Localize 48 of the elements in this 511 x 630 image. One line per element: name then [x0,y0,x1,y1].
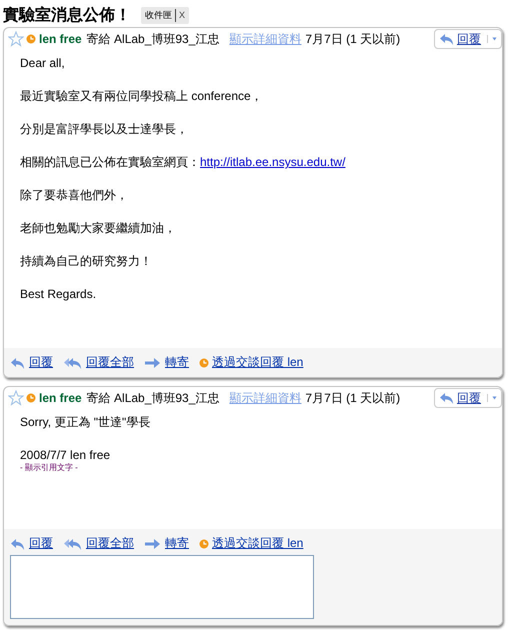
forward-arrow-icon [144,536,162,550]
body-text: 分別是富評學長以及士達學長， [20,122,188,136]
dropdown-caret-icon [487,35,497,43]
status-dot-icon [26,393,36,403]
reply-link[interactable]: 回覆 [29,535,53,552]
status-dot-icon [199,358,209,368]
status-dot-icon [26,34,36,44]
reply-link[interactable]: 回覆 [29,354,53,371]
body-text: Dear all, [20,56,65,70]
dropdown-caret-icon [487,394,497,402]
message-date: 7月7日 (1 天以前) [305,30,400,48]
email-subject: 實驗室消息公佈！ [3,4,131,26]
forward-arrow-icon [144,356,162,370]
reply-all-arrow-icon [63,536,83,550]
reply-arrow-icon [10,356,26,370]
reply-arrow-icon [439,32,455,46]
label-name[interactable]: 收件匣 [145,8,176,22]
body-link[interactable]: http://itlab.ee.nsysu.edu.tw/ [200,155,346,169]
star-icon[interactable] [8,390,24,406]
forward-link[interactable]: 轉寄 [165,535,189,552]
body-text: 相關的訊息已公佈在實驗室網頁： [20,155,200,169]
forward-link[interactable]: 轉寄 [165,354,189,371]
body-text: 2008/7/7 len free [20,448,110,462]
reply-field[interactable] [10,555,314,619]
message-date: 7月7日 (1 天以前) [305,390,400,406]
body-text: 老師也勉勵大家要繼續加油， [20,221,176,235]
body-text: 除了要恭喜他們外， [20,188,128,202]
star-icon[interactable] [8,31,24,47]
show-quoted-text-link[interactable]: - 顯示引用文字 - [20,462,486,473]
body-text: Sorry, 更正為 "世達"學長 [20,415,150,429]
chat-link[interactable]: 透過交談回覆 len [212,354,304,371]
sender-name: len free [39,32,82,46]
remove-label-button[interactable]: X [179,10,186,20]
reply-label[interactable]: 回覆 [457,30,481,48]
body-text: 持續為自己的研究努力！ [20,254,152,268]
reply-button-group[interactable]: 回覆 [434,29,502,49]
reply-arrow-icon [10,536,26,550]
status-dot-icon [199,538,209,548]
chat-link[interactable]: 透過交談回覆 len [212,535,304,552]
reply-label[interactable]: 回覆 [457,390,481,406]
reply-button-group[interactable]: 回覆 [434,388,502,408]
reply-arrow-icon [439,391,455,405]
recipient-text: 寄給 AlLab_博班93_江忠 [86,30,220,48]
sender-name: len free [39,391,82,405]
reply-all-arrow-icon [63,356,83,370]
body-text: 最近實驗室又有兩位同學投稿上 conference， [20,89,263,103]
recipient-text: 寄給 AlLab_博班93_江忠 [86,390,220,406]
body-text: Best Regards. [20,287,96,301]
